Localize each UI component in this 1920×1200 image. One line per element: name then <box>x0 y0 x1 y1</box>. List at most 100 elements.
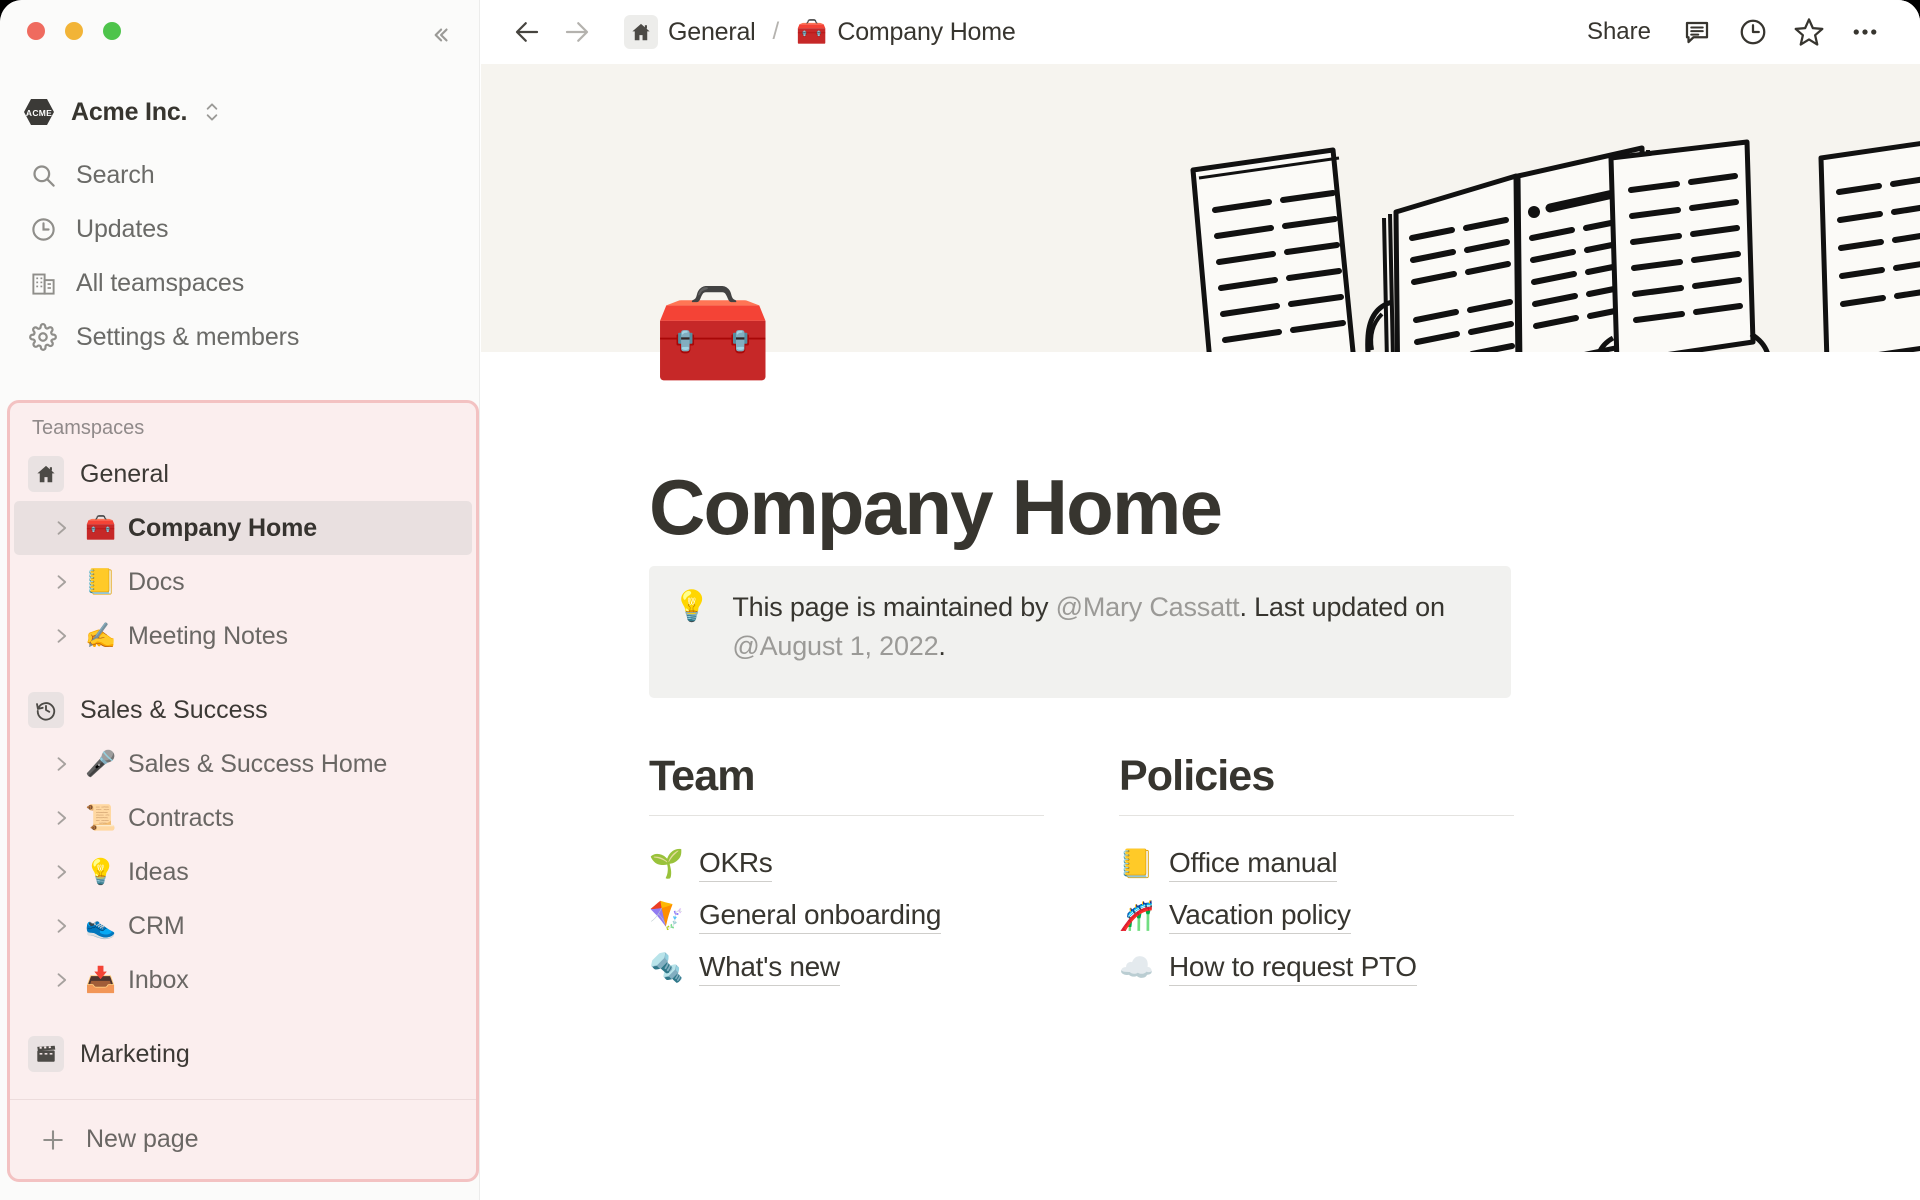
breadcrumb: General / 🧰 Company Home <box>617 11 1023 53</box>
chevron-right-icon[interactable] <box>48 913 74 939</box>
history-icon[interactable] <box>1730 9 1776 55</box>
toolbox-emoji-icon: 🧰 <box>796 17 828 46</box>
breadcrumb-item-company-home[interactable]: 🧰 Company Home <box>789 14 1022 51</box>
callout-suffix: . <box>938 631 946 662</box>
more-icon[interactable] <box>1842 9 1888 55</box>
collapse-sidebar-icon[interactable] <box>423 18 457 52</box>
sidebar-page-docs[interactable]: 📒 Docs <box>14 555 472 609</box>
search-icon <box>28 160 58 190</box>
sidebar-page-meeting-notes[interactable]: ✍️ Meeting Notes <box>14 609 472 663</box>
page-title[interactable]: Company Home <box>649 462 1223 553</box>
sidebar-item-updates[interactable]: Updates <box>14 202 466 256</box>
page-link-label: How to request PTO <box>1169 951 1417 986</box>
arrow-left-icon[interactable] <box>509 14 545 50</box>
chevron-right-icon[interactable] <box>48 751 74 777</box>
page-emoji-icon: 🧰 <box>85 514 117 542</box>
callout-user-mention[interactable]: @Mary Cassatt <box>1056 592 1240 622</box>
page-emoji-icon: ✍️ <box>85 622 117 650</box>
teamspace-label: Sales & Success <box>80 695 268 724</box>
callout-middle: . Last updated on <box>1239 592 1445 622</box>
page-link-whats-new[interactable]: 🔩 What's new <box>649 942 1044 994</box>
sidebar-page-sales-success-home[interactable]: 🎤 Sales & Success Home <box>14 737 472 791</box>
teamspace-marketing[interactable]: Marketing <box>14 1027 472 1081</box>
chevron-right-icon[interactable] <box>48 569 74 595</box>
sidebar-item-search[interactable]: Search <box>14 148 466 202</box>
sidebar-page-contracts[interactable]: 📜 Contracts <box>14 791 472 845</box>
breadcrumb-separator: / <box>772 18 780 45</box>
chevron-right-icon[interactable] <box>48 515 74 541</box>
teamspace-general[interactable]: General <box>14 447 472 501</box>
chevron-right-icon[interactable] <box>48 967 74 993</box>
page-emoji-icon: 📜 <box>85 804 117 832</box>
page-emoji-icon: 📥 <box>85 966 117 994</box>
sidebar-page-ideas[interactable]: 💡 Ideas <box>14 845 472 899</box>
column-heading: Team <box>649 752 755 800</box>
sidebar-item-label: All teamspaces <box>76 268 245 297</box>
sidebar-page-crm[interactable]: 👟 CRM <box>14 899 472 953</box>
clapperboard-icon <box>28 1036 64 1072</box>
sidebar-primary-nav: Search Updates All teamspaces Settings &… <box>14 148 466 364</box>
lightbulb-emoji-icon: 💡 <box>673 590 711 623</box>
plus-icon <box>38 1125 68 1155</box>
page-link-okrs[interactable]: 🌱 OKRs <box>649 838 1044 890</box>
page-emoji-icon: 💡 <box>85 858 117 886</box>
page-link-label: General onboarding <box>699 899 941 934</box>
page-link-how-to-request-pto[interactable]: ☁️ How to request PTO <box>1119 942 1514 994</box>
sidebar-item-settings-members[interactable]: Settings & members <box>14 310 466 364</box>
sidebar-page-label: Sales & Success Home <box>128 749 388 778</box>
star-icon[interactable] <box>1786 9 1832 55</box>
page-link-label: Vacation policy <box>1169 899 1351 934</box>
callout-date-mention[interactable]: @August 1, 2022 <box>732 631 938 661</box>
sidebar-item-label: Updates <box>76 214 169 243</box>
breadcrumb-label: Company Home <box>837 17 1016 46</box>
sidebar-page-label: Contracts <box>128 803 235 832</box>
page-emoji-icon: 📒 <box>85 568 117 596</box>
teamspace-sales-success[interactable]: Sales & Success <box>14 683 472 737</box>
link-columns: Team 🌱 OKRs 🪁 General onboarding 🔩 What'… <box>649 752 1679 994</box>
page-link-label: Office manual <box>1169 847 1338 882</box>
topbar-actions: Share <box>1574 9 1920 55</box>
new-page-button[interactable]: New page <box>10 1099 476 1179</box>
chevron-right-icon[interactable] <box>48 623 74 649</box>
comment-icon[interactable] <box>1674 9 1720 55</box>
callout-text: This page is maintained by @Mary Cassatt… <box>732 588 1485 676</box>
workspace-switcher[interactable]: ACME Acme Inc. <box>22 90 458 134</box>
callout-block[interactable]: 💡 This page is maintained by @Mary Cassa… <box>649 566 1511 698</box>
page-link-vacation-policy[interactable]: 🎢 Vacation policy <box>1119 890 1514 942</box>
sidebar-page-label: Meeting Notes <box>128 621 288 650</box>
page-link-general-onboarding[interactable]: 🪁 General onboarding <box>649 890 1044 942</box>
chevron-right-icon[interactable] <box>48 859 74 885</box>
page-icon-toolbox[interactable]: 🧰 <box>653 286 773 382</box>
sidebar-page-label: CRM <box>128 911 185 940</box>
sidebar-page-label: Inbox <box>128 965 189 994</box>
gear-icon <box>28 322 58 352</box>
chevron-right-icon[interactable] <box>48 805 74 831</box>
arrow-right-icon[interactable] <box>559 14 595 50</box>
divider <box>1119 815 1514 816</box>
breadcrumb-label: General <box>668 17 756 46</box>
callout-prefix: This page is maintained by <box>732 592 1056 622</box>
teamspace-label: Marketing <box>80 1039 190 1068</box>
notebook-emoji-icon: 📒 <box>1119 848 1154 879</box>
svg-text:ACME: ACME <box>26 108 52 118</box>
share-button[interactable]: Share <box>1574 11 1664 53</box>
maximize-window-button[interactable] <box>103 22 121 40</box>
rollercoaster-emoji-icon: 🎢 <box>1119 900 1154 931</box>
teamspace-label: General <box>80 459 169 488</box>
history-nav <box>509 14 595 50</box>
sidebar-item-all-teamspaces[interactable]: All teamspaces <box>14 256 466 310</box>
sidebar-page-inbox[interactable]: 📥 Inbox <box>14 953 472 1007</box>
sidebar: ACME Acme Inc. Search Updates All teamsp… <box>0 0 480 1200</box>
breadcrumb-item-general[interactable]: General <box>617 11 763 53</box>
page-body: 🧰 Company Home 💡 This page is maintained… <box>481 286 1920 1200</box>
sidebar-page-label: Docs <box>128 567 185 596</box>
minimize-window-button[interactable] <box>65 22 83 40</box>
page-link-office-manual[interactable]: 📒 Office manual <box>1119 838 1514 890</box>
chevron-up-down-icon <box>202 100 222 124</box>
sidebar-page-company-home[interactable]: 🧰 Company Home <box>14 501 472 555</box>
acme-logo-icon: ACME <box>22 95 56 129</box>
sidebar-page-label: Ideas <box>128 857 189 886</box>
close-window-button[interactable] <box>27 22 45 40</box>
page-link-label: OKRs <box>699 847 773 882</box>
